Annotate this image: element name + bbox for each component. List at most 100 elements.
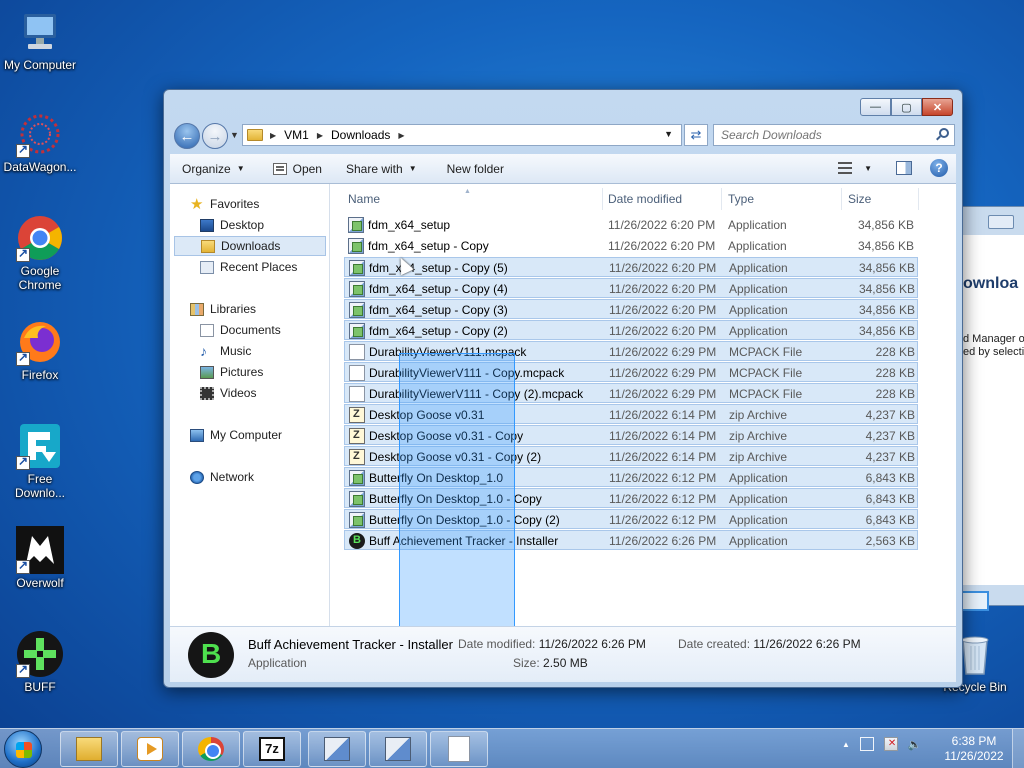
file-row[interactable]: fdm_x64_setup - Copy 11/26/2022 6:20 PM Ap…: [344, 236, 918, 256]
file-row[interactable]: Butterfly On Desktop_1.0 - Copy 11/26/202…: [344, 488, 918, 508]
nav-my-computer[interactable]: My Computer: [174, 425, 326, 445]
nav-label: My Computer: [210, 428, 283, 442]
breadcrumb-vm1[interactable]: VM1: [279, 128, 314, 142]
nav-libraries[interactable]: Libraries: [174, 299, 326, 319]
file-row[interactable]: DurabilityViewerV111 - Copy (2).mcpack 11…: [344, 383, 918, 403]
column-divider[interactable]: [602, 188, 603, 210]
address-bar[interactable]: ▶ VM1 ▶ Downloads ▶ ▼: [242, 124, 682, 146]
organize-button[interactable]: Organize ▼: [170, 162, 255, 176]
desktop-icon-my-computer[interactable]: My Computer: [0, 8, 80, 72]
taskbar-7zip[interactable]: 7z: [243, 731, 301, 767]
file-type: Application: [729, 303, 788, 317]
column-divider[interactable]: [918, 188, 919, 210]
file-row[interactable]: Desktop Goose v0.31 - Copy 11/26/2022 6:1…: [344, 425, 918, 445]
background-download-manager-window[interactable]: ownloa d Manager o ed by selecti: [962, 206, 1024, 611]
chevron-right-icon[interactable]: ▶: [395, 131, 407, 140]
file-date-modified: 11/26/2022 6:20 PM: [609, 303, 717, 317]
desktop-icon-firefox[interactable]: Firefox: [0, 318, 80, 382]
zip-icon: [349, 449, 365, 465]
background-window-minimize-button[interactable]: [988, 215, 1014, 229]
nav-downloads[interactable]: Downloads: [174, 236, 326, 256]
action-center-flag-icon[interactable]: [883, 737, 898, 751]
file-row[interactable]: Desktop Goose v0.31 - Copy (2) 11/26/2022…: [344, 446, 918, 466]
open-button[interactable]: Open: [263, 162, 332, 176]
new-folder-button[interactable]: New folder: [437, 162, 514, 176]
taskbar-notepad[interactable]: [430, 731, 488, 767]
file-row[interactable]: Butterfly On Desktop_1.0 - Copy (2) 11/26…: [344, 509, 918, 529]
app-icon: [349, 323, 365, 339]
maximize-button[interactable]: ▢: [891, 98, 922, 116]
search-icon[interactable]: [939, 128, 949, 138]
taskbar-windows-explorer[interactable]: [60, 731, 118, 767]
breadcrumb-downloads[interactable]: Downloads: [326, 128, 395, 142]
document-icon: [349, 386, 365, 402]
change-view-icon[interactable]: [838, 162, 853, 174]
file-row[interactable]: fdm_x64_setup - Copy (5) 11/26/2022 6:20 …: [344, 257, 918, 277]
column-header-label: Type: [728, 192, 755, 206]
desktop-icon-datawagon[interactable]: DataWagon...: [0, 110, 80, 174]
file-row[interactable]: fdm_x64_setup 11/26/2022 6:20 PM Applicati…: [344, 215, 918, 235]
taskbar-media-player[interactable]: [121, 731, 179, 767]
computer-icon: [190, 428, 204, 442]
network-icon: [190, 470, 204, 484]
nav-pictures[interactable]: Pictures: [174, 362, 326, 382]
taskbar-setup-1[interactable]: [308, 731, 366, 767]
show-desktop-button[interactable]: [1012, 729, 1024, 768]
volume-icon[interactable]: 🔈: [908, 738, 922, 751]
details-pane: Buff Achievement Tracker - Installer App…: [170, 626, 956, 682]
refresh-button[interactable]: ⇄: [684, 124, 708, 146]
nav-music[interactable]: ♪ Music: [174, 341, 326, 361]
file-row[interactable]: Desktop Goose v0.31 11/26/2022 6:14 PM zip…: [344, 404, 918, 424]
nav-recent-places[interactable]: Recent Places: [174, 257, 326, 277]
desktop-icon-google-chrome[interactable]: Google Chrome: [0, 214, 80, 292]
share-with-button[interactable]: Share with ▼: [336, 162, 427, 176]
network-icon[interactable]: [859, 737, 874, 751]
preview-pane-icon[interactable]: [896, 161, 912, 175]
nav-documents[interactable]: Documents: [174, 320, 326, 340]
file-row[interactable]: Butterfly On Desktop_1.0 11/26/2022 6:12 …: [344, 467, 918, 487]
desktop-icon-overwolf[interactable]: Overwolf: [0, 526, 80, 590]
nav-label: Network: [210, 470, 255, 484]
nav-desktop[interactable]: Desktop: [174, 215, 326, 235]
file-name: fdm_x64_setup: [368, 218, 451, 232]
nav-network[interactable]: Network: [174, 467, 326, 487]
clock-time: 6:38 PM: [951, 734, 997, 748]
forward-button[interactable]: →: [202, 123, 228, 149]
taskbar-google-chrome[interactable]: [182, 731, 240, 767]
show-hidden-icons-button[interactable]: ▲: [842, 740, 850, 749]
file-row[interactable]: Buff Achievement Tracker - Installer 11/2…: [344, 530, 918, 550]
column-divider[interactable]: [841, 188, 842, 210]
details-file-name: Buff Achievement Tracker - Installer: [248, 637, 453, 652]
help-icon[interactable]: ?: [930, 159, 948, 177]
taskbar-setup-2[interactable]: [369, 731, 427, 767]
start-button[interactable]: [4, 730, 42, 768]
nav-favorites[interactable]: ★ Favorites: [174, 194, 326, 214]
file-row[interactable]: fdm_x64_setup - Copy (4) 11/26/2022 6:20 …: [344, 278, 918, 298]
search-input[interactable]: [713, 124, 955, 146]
datawagon-icon: [16, 110, 64, 158]
file-row[interactable]: fdm_x64_setup - Copy (2) 11/26/2022 6:20 …: [344, 320, 918, 340]
chevron-down-icon[interactable]: ▼: [864, 164, 872, 173]
background-window-button[interactable]: [963, 591, 989, 611]
column-divider[interactable]: [721, 188, 722, 210]
column-header-name[interactable]: Name ▲: [348, 188, 598, 210]
clock[interactable]: 6:38 PM 11/26/2022: [936, 734, 1012, 764]
file-row[interactable]: DurabilityViewerV111.mcpack 11/26/2022 6:…: [344, 341, 918, 361]
column-header-size[interactable]: Size: [848, 188, 918, 210]
file-row[interactable]: DurabilityViewerV111 - Copy.mcpack 11/26/…: [344, 362, 918, 382]
chevron-right-icon[interactable]: ▶: [267, 131, 279, 140]
file-name: fdm_x64_setup - Copy (4): [369, 282, 508, 296]
column-header-date-modified[interactable]: Date modified: [608, 188, 718, 210]
chevron-right-icon[interactable]: ▶: [314, 131, 326, 140]
arrow-left-icon: ←: [179, 127, 195, 145]
close-button[interactable]: ✕: [922, 98, 953, 116]
file-row[interactable]: fdm_x64_setup - Copy (3) 11/26/2022 6:20 …: [344, 299, 918, 319]
address-history-dropdown[interactable]: ▼: [664, 129, 673, 139]
column-header-type[interactable]: Type: [728, 188, 838, 210]
desktop-icon-free-download-manager[interactable]: Free Downlo...: [0, 422, 80, 500]
desktop-icon-buff[interactable]: BUFF: [0, 630, 80, 694]
recent-pages-dropdown[interactable]: ▼: [230, 130, 239, 140]
back-button[interactable]: ←: [174, 123, 200, 149]
minimize-button[interactable]: —: [860, 98, 891, 116]
nav-videos[interactable]: Videos: [174, 383, 326, 403]
